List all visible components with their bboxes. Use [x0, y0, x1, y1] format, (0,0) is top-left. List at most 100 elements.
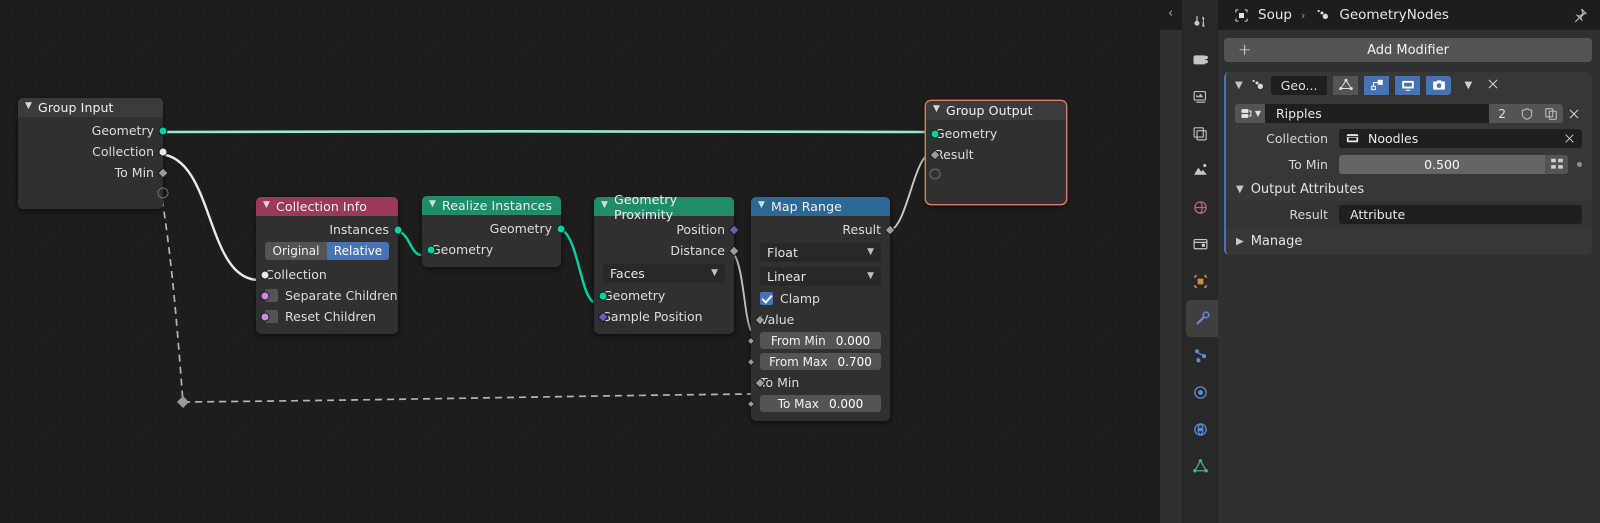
node-header[interactable]: ▼ Collection Info — [256, 197, 398, 216]
socket-collection-out[interactable] — [158, 147, 168, 156]
from-max-field[interactable]: From Max 0.700 — [760, 353, 881, 370]
socket-row-new[interactable] — [926, 165, 1066, 182]
socket-row[interactable]: Separate Children — [256, 285, 398, 306]
socket-row[interactable]: To Min — [18, 162, 169, 183]
socket-instances-out[interactable] — [393, 225, 403, 234]
socket-position-out[interactable] — [728, 223, 740, 236]
interpolation-dropdown[interactable]: Linear ▼ — [760, 266, 881, 286]
socket-result-out[interactable] — [884, 223, 896, 236]
node-map-range[interactable]: ▼ Map Range Result Float ▼ Linear ▼ Clam… — [746, 197, 896, 421]
chevron-down-icon[interactable]: ▼ — [933, 105, 940, 114]
transform-space-toggle[interactable]: Original Relative — [265, 242, 389, 260]
tab-world[interactable] — [1182, 189, 1218, 226]
socket-row[interactable]: Collection — [18, 141, 168, 162]
chevron-down-icon[interactable]: ▼ — [601, 201, 608, 210]
clamp-checkbox[interactable] — [760, 292, 773, 305]
target-element-dropdown[interactable]: Faces ▼ — [603, 263, 725, 283]
add-modifier-button[interactable]: + Add Modifier — [1224, 38, 1592, 62]
node-group-input[interactable]: ▼ Group Input Geometry Collection To Min — [18, 98, 169, 209]
breadcrumb-object[interactable]: Soup — [1258, 7, 1292, 23]
chevron-down-icon[interactable]: ▼ — [25, 102, 32, 111]
realtime-display-toggle[interactable] — [1395, 75, 1421, 95]
socket-row[interactable]: Geometry — [926, 123, 1066, 144]
expand-chevron-icon[interactable]: ▼ — [1235, 80, 1243, 91]
socket-geometry-in[interactable] — [598, 291, 608, 300]
socket-from-max-in[interactable] — [746, 357, 756, 366]
tab-object-data[interactable] — [1182, 448, 1218, 485]
breadcrumb-modifier[interactable]: GeometryNodes — [1339, 7, 1449, 23]
chevron-down-icon[interactable]: ▼ — [429, 200, 436, 209]
to-max-field[interactable]: To Max 0.000 — [760, 395, 881, 412]
extras-dropdown-icon[interactable]: ▼ — [1464, 80, 1472, 91]
socket-row[interactable]: To Min — [751, 372, 890, 393]
toggle-option-original[interactable]: Original — [265, 242, 327, 260]
node-header[interactable]: ▼ Map Range — [751, 197, 890, 216]
animate-property-dot[interactable] — [1577, 161, 1582, 167]
socket-row[interactable]: Reset Children — [256, 306, 398, 327]
node-editor-canvas[interactable]: ▼ Group Input Geometry Collection To Min — [0, 0, 1160, 523]
socket-separate-children-in[interactable] — [260, 291, 270, 300]
socket-from-min-in[interactable] — [746, 336, 756, 345]
toggle-option-relative[interactable]: Relative — [327, 242, 389, 260]
node-geometry-proximity[interactable]: ▼ Geometry Proximity Position Distance F… — [594, 192, 740, 334]
output-attributes-header[interactable]: ▼ Output Attributes — [1226, 177, 1592, 201]
node-group-name-field[interactable]: Ripples — [1265, 104, 1490, 123]
socket-row[interactable]: From Max 0.700 — [746, 351, 890, 372]
tab-scene[interactable] — [1182, 152, 1218, 189]
chevron-down-icon[interactable]: ▼ — [263, 201, 270, 210]
socket-row[interactable]: Instances — [256, 219, 403, 240]
users-count[interactable]: 2 — [1489, 104, 1515, 123]
result-attribute-field[interactable]: Attribute — [1339, 205, 1582, 224]
socket-row[interactable]: Collection — [256, 264, 398, 285]
tab-modifiers[interactable] — [1186, 300, 1218, 337]
new-copy-button[interactable] — [1539, 104, 1563, 123]
socket-row[interactable]: From Min 0.000 — [746, 330, 890, 351]
socket-collection-in[interactable] — [260, 270, 270, 279]
data-type-dropdown[interactable]: Float ▼ — [760, 242, 881, 262]
target-element-dropdown-row[interactable]: Faces ▼ — [594, 261, 734, 285]
node-collection-info[interactable]: ▼ Collection Info Instances Original Rel… — [256, 197, 403, 334]
tab-tool[interactable] — [1182, 4, 1218, 41]
manage-header[interactable]: ▼ Manage — [1226, 228, 1592, 255]
socket-row[interactable]: Sample Position — [594, 306, 734, 327]
socket-row[interactable]: Geometry — [422, 218, 566, 239]
data-type-dropdown-row[interactable]: Float ▼ — [751, 240, 890, 264]
socket-geometry-in[interactable] — [930, 129, 940, 138]
tab-physics[interactable] — [1182, 374, 1218, 411]
unlink-icon[interactable] — [1563, 104, 1585, 123]
chevron-down-icon[interactable]: ▼ — [758, 201, 765, 210]
pin-icon[interactable] — [1571, 7, 1588, 28]
socket-row[interactable]: Position — [594, 219, 740, 240]
socket-row-new[interactable] — [18, 183, 169, 202]
from-min-field[interactable]: From Min 0.000 — [760, 332, 881, 349]
socket-new-in[interactable] — [929, 168, 941, 179]
clamp-row[interactable]: Clamp — [751, 288, 890, 309]
socket-row[interactable]: Distance — [594, 240, 740, 261]
browse-node-group-button[interactable]: ▼ — [1235, 104, 1265, 123]
socket-tomin-out[interactable] — [157, 166, 169, 179]
collection-value-field[interactable]: Noodles — [1339, 128, 1582, 148]
socket-row[interactable]: Result — [751, 219, 896, 240]
socket-distance-out[interactable] — [728, 244, 740, 257]
close-icon[interactable] — [1486, 76, 1500, 95]
socket-to-max-in[interactable] — [746, 399, 756, 408]
socket-row[interactable]: Result — [926, 144, 1066, 165]
socket-row[interactable]: Geometry — [422, 239, 561, 260]
collapse-sidebar-icon[interactable]: ‹ — [1168, 6, 1173, 21]
socket-reset-children-in[interactable] — [260, 312, 270, 321]
socket-geometry-out[interactable] — [158, 126, 168, 135]
tab-collection[interactable] — [1182, 226, 1218, 263]
node-header[interactable]: ▼ Realize Instances — [422, 196, 561, 215]
socket-new-out[interactable] — [157, 187, 169, 198]
chevron-right-icon[interactable]: ▼ — [1234, 238, 1245, 246]
clear-collection-icon[interactable] — [1563, 132, 1576, 145]
tab-object[interactable] — [1182, 263, 1218, 300]
modifier-type-chip[interactable]: Geo... — [1270, 75, 1328, 95]
to-min-attribute-toggle[interactable] — [1545, 154, 1568, 174]
tab-particles[interactable] — [1182, 337, 1218, 374]
node-group-output[interactable]: ▼ Group Output Geometry Result — [925, 100, 1067, 205]
socket-geometry-out[interactable] — [556, 224, 566, 233]
edit-mode-toggle[interactable] — [1333, 75, 1359, 95]
socket-row[interactable]: Geometry — [594, 285, 734, 306]
socket-row[interactable]: Geometry — [18, 120, 168, 141]
